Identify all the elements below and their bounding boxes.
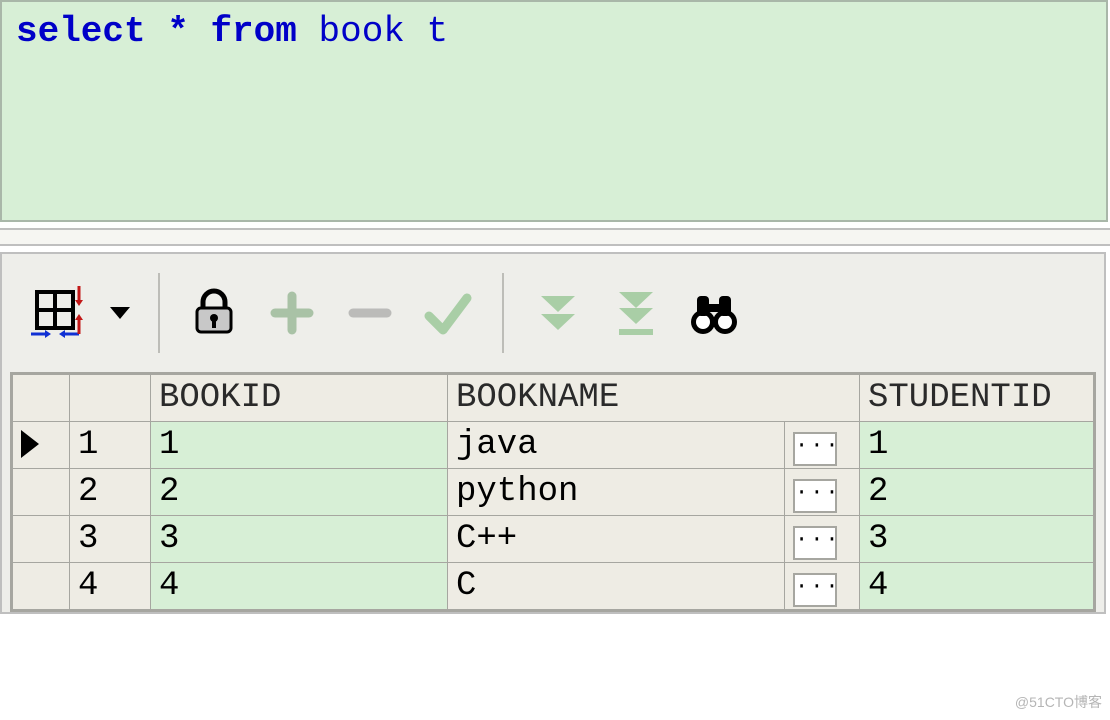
find-button[interactable] (684, 283, 744, 343)
header-bookid[interactable]: BOOKID (151, 375, 448, 422)
row-number: 4 (70, 563, 151, 610)
lock-icon (187, 286, 241, 340)
fetch-all-button (606, 283, 666, 343)
results-panel: BOOKID BOOKNAME STUDENTID 11java···122py… (0, 252, 1106, 614)
header-rownum (70, 375, 151, 422)
header-row: BOOKID BOOKNAME STUDENTID (13, 375, 1094, 422)
row-indicator[interactable] (13, 469, 70, 516)
grid-toggle-dropdown[interactable] (106, 283, 134, 343)
watermark: @51CTO博客 (1015, 692, 1102, 712)
cell-bookid[interactable]: 2 (151, 469, 448, 516)
binoculars-icon (687, 286, 741, 340)
row-number: 1 (70, 422, 151, 469)
cell-bookname[interactable]: C++ (448, 516, 785, 563)
row-indicator[interactable] (13, 516, 70, 563)
cell-bookname[interactable]: java (448, 422, 785, 469)
header-indicator (13, 375, 70, 422)
cell-bookname[interactable]: python (448, 469, 785, 516)
sql-keyword-from: from (210, 11, 296, 52)
toolbar-separator (502, 273, 504, 353)
row-number: 2 (70, 469, 151, 516)
grid-toggle-icon (31, 286, 85, 340)
header-studentid[interactable]: STUDENTID (860, 375, 1094, 422)
results-grid[interactable]: BOOKID BOOKNAME STUDENTID 11java···122py… (10, 372, 1096, 612)
cell-bookid[interactable]: 3 (151, 516, 448, 563)
table-row[interactable]: 44C···4 (13, 563, 1094, 610)
header-bookname[interactable]: BOOKNAME (448, 375, 860, 422)
cell-studentid[interactable]: 1 (860, 422, 1094, 469)
current-row-arrow-icon (21, 430, 39, 458)
cell-studentid[interactable]: 3 (860, 516, 1094, 563)
pane-separator[interactable] (0, 228, 1110, 246)
minus-icon (343, 286, 397, 340)
cell-bookname-expand[interactable]: ··· (785, 516, 860, 563)
cell-bookid[interactable]: 4 (151, 563, 448, 610)
lock-button[interactable] (184, 283, 244, 343)
row-indicator[interactable] (13, 422, 70, 469)
table-row[interactable]: 22python···2 (13, 469, 1094, 516)
ellipsis-button[interactable]: ··· (793, 573, 837, 607)
table-row[interactable]: 33C++···3 (13, 516, 1094, 563)
sql-keyword-select: select (16, 11, 146, 52)
check-icon (421, 286, 475, 340)
toolbar-separator (158, 273, 160, 353)
sql-table: book (318, 11, 404, 52)
row-number: 3 (70, 516, 151, 563)
sql-star: * (167, 11, 189, 52)
commit-button (418, 283, 478, 343)
results-toolbar (10, 268, 1096, 372)
row-indicator[interactable] (13, 563, 70, 610)
cell-bookname[interactable]: C (448, 563, 785, 610)
add-row-button (262, 283, 322, 343)
ellipsis-button[interactable]: ··· (793, 432, 837, 466)
chevron-down-icon (106, 286, 134, 340)
sql-alias: t (427, 11, 449, 52)
cell-studentid[interactable]: 2 (860, 469, 1094, 516)
double-chevron-down-icon (531, 286, 585, 340)
cell-bookname-expand[interactable]: ··· (785, 563, 860, 610)
grid-toggle-button[interactable] (28, 283, 88, 343)
double-chevron-down-bar-icon (609, 286, 663, 340)
sql-editor[interactable]: select * from book t (0, 0, 1108, 222)
cell-bookid[interactable]: 1 (151, 422, 448, 469)
table-row[interactable]: 11java···1 (13, 422, 1094, 469)
fetch-next-button (528, 283, 588, 343)
cell-bookname-expand[interactable]: ··· (785, 469, 860, 516)
cell-studentid[interactable]: 4 (860, 563, 1094, 610)
delete-row-button (340, 283, 400, 343)
ellipsis-button[interactable]: ··· (793, 526, 837, 560)
cell-bookname-expand[interactable]: ··· (785, 422, 860, 469)
plus-icon (265, 286, 319, 340)
ellipsis-button[interactable]: ··· (793, 479, 837, 513)
